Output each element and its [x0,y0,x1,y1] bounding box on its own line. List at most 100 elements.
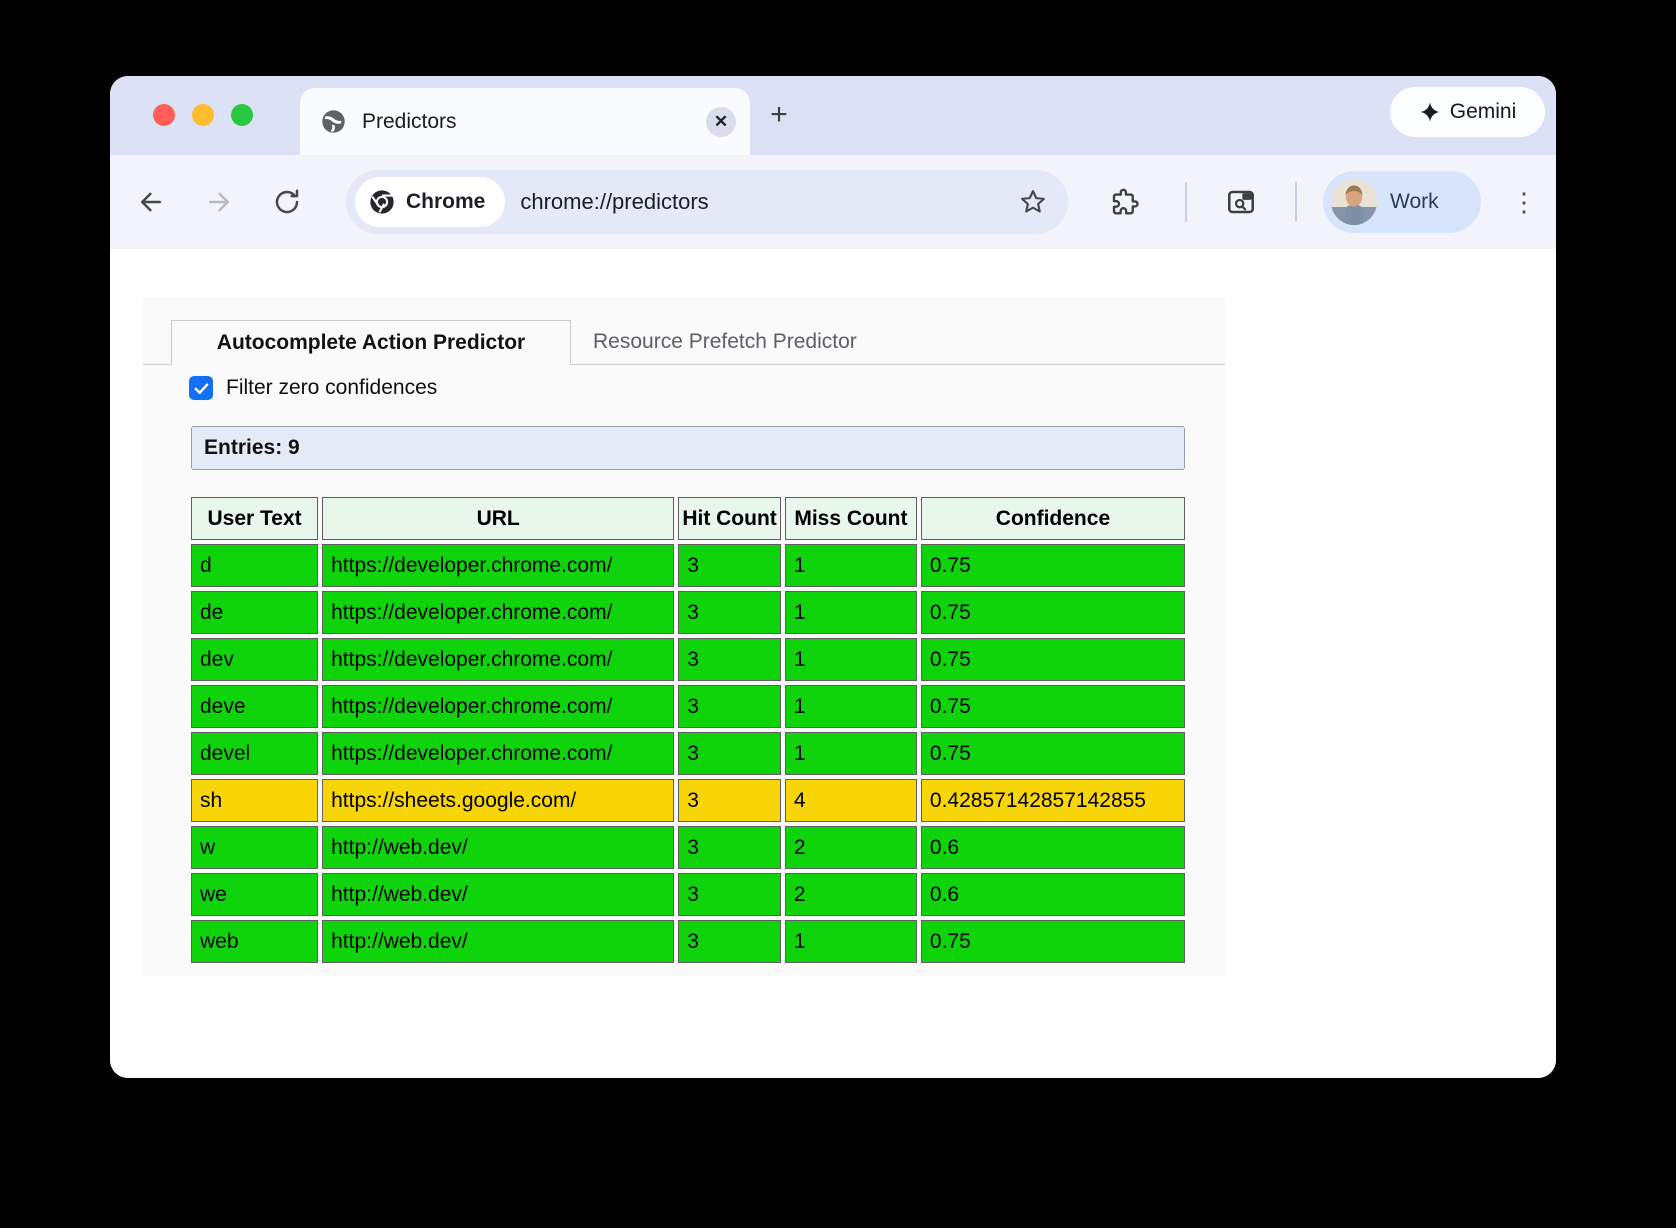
cell-url: https://sheets.google.com/ [322,779,674,822]
cell-user-text: de [191,591,318,634]
cell-hit-count: 3 [678,873,781,916]
entries-count: Entries: 9 [191,426,1185,470]
bookmark-star-icon[interactable] [1018,187,1048,222]
table-row: w http://web.dev/ 3 2 0.6 [191,826,1185,869]
col-miss-count: Miss Count [785,497,917,540]
toolbar-divider [1185,182,1187,222]
cell-user-text: we [191,873,318,916]
filter-label: Filter zero confidences [226,376,437,400]
table-row: dev https://developer.chrome.com/ 3 1 0.… [191,638,1185,681]
cell-user-text: deve [191,685,318,728]
site-chip-label: Chrome [406,190,485,214]
col-url: URL [322,497,674,540]
cell-miss-count: 2 [785,873,917,916]
page-content: Autocomplete Action Predictor Resource P… [110,249,1556,1078]
table-row: web http://web.dev/ 3 1 0.75 [191,920,1185,963]
table-row: d https://developer.chrome.com/ 3 1 0.75 [191,544,1185,587]
gemini-button[interactable]: Gemini [1390,87,1545,137]
cell-url: http://web.dev/ [322,920,674,963]
table-row: we http://web.dev/ 3 2 0.6 [191,873,1185,916]
extensions-icon[interactable] [1110,187,1140,217]
menu-kebab-icon[interactable]: ⋮ [1511,189,1537,215]
url-text: chrome://predictors [520,189,708,215]
cell-url: https://developer.chrome.com/ [322,732,674,775]
filter-checkbox[interactable] [189,376,213,400]
cell-confidence: 0.75 [921,732,1185,775]
profile-label: Work [1390,190,1439,214]
globe-favicon-icon [320,108,347,135]
cell-miss-count: 1 [785,638,917,681]
cell-confidence: 0.75 [921,544,1185,587]
checkmark-icon [193,380,210,397]
gemini-label: Gemini [1450,100,1517,124]
cell-user-text: d [191,544,318,587]
cell-hit-count: 3 [678,920,781,963]
browser-tab-strip: Predictors ✕ + Gemini [110,76,1556,155]
cell-confidence: 0.6 [921,826,1185,869]
tab-title: Predictors [362,110,457,134]
cell-confidence: 0.75 [921,685,1185,728]
forward-button[interactable] [204,187,234,217]
toolbar-divider [1295,182,1297,222]
col-hit-count: Hit Count [678,497,781,540]
cell-url: https://developer.chrome.com/ [322,685,674,728]
predictors-panel: Autocomplete Action Predictor Resource P… [143,297,1225,976]
browser-toolbar: Chrome chrome://predictors [110,155,1556,249]
new-tab-button[interactable]: + [762,98,796,132]
tab-autocomplete-action-predictor[interactable]: Autocomplete Action Predictor [171,320,571,365]
col-user-text: User Text [191,497,318,540]
cell-miss-count: 1 [785,591,917,634]
tab-resource-prefetch-predictor[interactable]: Resource Prefetch Predictor [571,319,879,364]
cell-hit-count: 3 [678,779,781,822]
cell-url: http://web.dev/ [322,826,674,869]
table-header-row: User Text URL Hit Count Miss Count Confi… [191,497,1185,540]
chrome-logo-icon [368,188,396,216]
cell-confidence: 0.6 [921,873,1185,916]
minimize-window-button[interactable] [192,104,214,126]
cell-hit-count: 3 [678,544,781,587]
tab-close-icon[interactable]: ✕ [706,107,736,137]
reload-button[interactable] [272,187,302,217]
predictor-tabs: Autocomplete Action Predictor Resource P… [143,297,1225,365]
cell-hit-count: 3 [678,591,781,634]
cell-confidence: 0.42857142857142855 [921,779,1185,822]
cell-user-text: w [191,826,318,869]
profile-chip[interactable]: Work [1323,171,1481,233]
cell-miss-count: 1 [785,732,917,775]
cell-url: https://developer.chrome.com/ [322,544,674,587]
tab-predictors[interactable]: Predictors ✕ [300,88,750,155]
table-row: devel https://developer.chrome.com/ 3 1 … [191,732,1185,775]
traffic-lights [153,104,253,126]
avatar [1331,179,1377,225]
browser-window: Predictors ✕ + Gemini [110,76,1556,1078]
cell-url: http://web.dev/ [322,873,674,916]
cell-url: https://developer.chrome.com/ [322,591,674,634]
close-window-button[interactable] [153,104,175,126]
predictor-table-body: d https://developer.chrome.com/ 3 1 0.75… [191,544,1185,963]
cell-miss-count: 1 [785,920,917,963]
site-chip[interactable]: Chrome [355,177,505,227]
back-button[interactable] [136,187,166,217]
table-row: de https://developer.chrome.com/ 3 1 0.7… [191,591,1185,634]
cell-user-text: devel [191,732,318,775]
cell-user-text: sh [191,779,318,822]
side-panel-search-icon[interactable] [1225,186,1257,218]
cell-miss-count: 4 [785,779,917,822]
predictor-table: User Text URL Hit Count Miss Count Confi… [187,493,1189,967]
cell-user-text: dev [191,638,318,681]
zoom-window-button[interactable] [231,104,253,126]
address-bar[interactable]: Chrome chrome://predictors [346,170,1068,234]
cell-miss-count: 1 [785,544,917,587]
filter-row: Filter zero confidences [189,376,1225,400]
table-row: sh https://sheets.google.com/ 3 4 0.4285… [191,779,1185,822]
cell-hit-count: 3 [678,685,781,728]
cell-miss-count: 1 [785,685,917,728]
cell-hit-count: 3 [678,826,781,869]
cell-url: https://developer.chrome.com/ [322,638,674,681]
cell-confidence: 0.75 [921,591,1185,634]
table-row: deve https://developer.chrome.com/ 3 1 0… [191,685,1185,728]
cell-hit-count: 3 [678,732,781,775]
cell-miss-count: 2 [785,826,917,869]
cell-hit-count: 3 [678,638,781,681]
cell-confidence: 0.75 [921,638,1185,681]
